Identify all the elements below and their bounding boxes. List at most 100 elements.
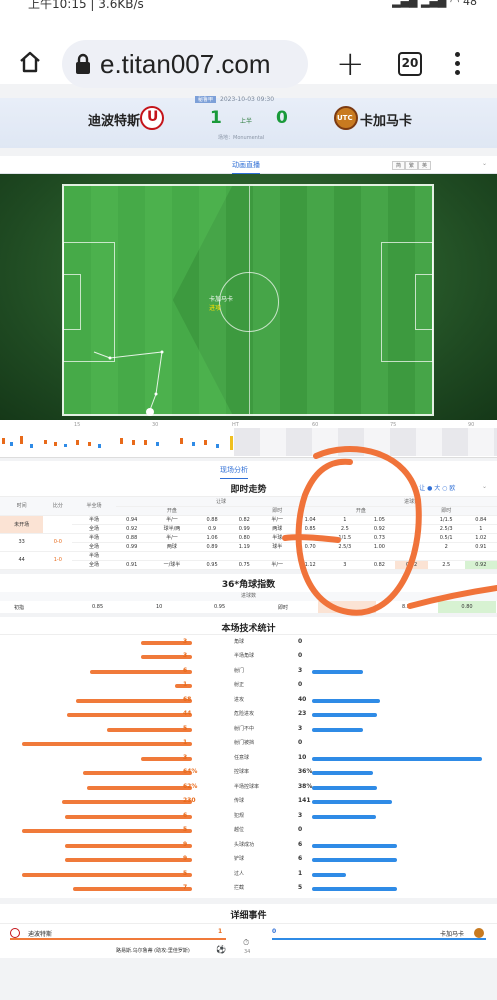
odds-cell [294, 551, 327, 561]
analysis-tabs: 现场分析 [0, 461, 497, 480]
odds-cell: 半场 [72, 551, 116, 561]
odds-time: 44 [0, 551, 44, 570]
away-team-name[interactable]: 卡加马卡 [360, 110, 412, 129]
stat-name: 射门 [234, 667, 245, 674]
odds-cell: 1/1.5 [326, 533, 364, 543]
odds-cell [326, 551, 364, 561]
odds-cell: 0.82 [363, 560, 396, 570]
away-score: 0 [276, 108, 288, 128]
away-stat-value: 38% [298, 782, 313, 790]
odds-cell: 0.88 [196, 515, 229, 525]
option-european[interactable]: 欧 [449, 485, 455, 492]
away-stat-value: 5 [298, 884, 303, 891]
away-stat-value: 0 [298, 637, 303, 645]
away-stat-bar [312, 887, 397, 891]
stat-row: 230 传球 141 [0, 796, 497, 811]
match-timeline: 15 30 HT 60 75 90 [0, 420, 497, 458]
home-stat-bar [64, 843, 192, 848]
home-stat-value: 9 [183, 855, 188, 862]
home-team-bar [10, 937, 226, 940]
odds-cell: 全场 [72, 560, 116, 570]
odds-cell: 两球 [260, 524, 295, 534]
corner-label-initial: 初指 [14, 604, 25, 611]
odds-cell: 1.02 [464, 533, 497, 543]
odds-cell: 0.92 [464, 560, 497, 570]
tab-count-button[interactable]: 20 [398, 52, 422, 76]
away-stat-bar [312, 800, 392, 804]
stat-row: 62% 半场控球率 38% [0, 782, 497, 797]
odds-cell: 0.99 [115, 542, 148, 552]
odds-cell: 0.94 [115, 515, 148, 525]
odds-table: 时间 比分 半全场 让球 进球数 开盘 即时 开盘 即时 未开场 半场 0.94 半/… [0, 497, 497, 570]
odds-cell [395, 551, 428, 561]
odds-cell [196, 551, 229, 561]
stat-row: 44 危险进攻 23 [0, 709, 497, 724]
home-stat-bar [22, 829, 192, 833]
home-stat-bar [64, 814, 192, 819]
odds-score: 1-0 [43, 551, 73, 570]
home-team-name[interactable]: 迪波特斯 [88, 110, 140, 129]
chevron-down-icon[interactable]: ⌄ [482, 483, 487, 490]
home-stat-value: 1 [183, 681, 188, 688]
home-score: 1 [210, 108, 222, 128]
home-icon[interactable] [18, 50, 42, 74]
away-stat-bar [312, 814, 376, 819]
col-open: 开盘 [326, 506, 396, 516]
home-stat-value: 5 [183, 869, 188, 877]
odds-row: 全场 0.99 两球 0.89 1.19 球半 0.70 2.5/3 1.00 2 0.91 [0, 542, 497, 552]
address-bar[interactable]: e.titan007.com [62, 40, 308, 88]
toggle-english[interactable]: 英 [418, 161, 432, 170]
odds-cell: 0.80 [228, 533, 261, 543]
toggle-traditional[interactable]: 繁 [405, 161, 419, 170]
stat-name: 角球 [234, 638, 245, 645]
details-title: 详细事件 [230, 910, 267, 921]
col-live: 即时 [395, 506, 497, 516]
odds-cell: 球半 [260, 542, 295, 552]
odds-cell: 0.92 [115, 524, 148, 534]
odds-row: 33 0-0 半场 0.88 半/一 1.06 0.80 半球 1.04 1/1.5 0.73 0.5… [0, 533, 497, 552]
odds-cell: 0.84 [464, 515, 497, 525]
odds-cell [147, 551, 196, 561]
odds-cell: 0.75 [228, 560, 261, 570]
odds-score [43, 515, 73, 534]
stat-row: 3 任意球 10 [0, 753, 497, 768]
status-bar: 上午10:15 | 3.6KB/s ▂▄▆ ▂▄▆ ◠ 48 [0, 0, 497, 14]
stat-name: 射门不中 [234, 725, 255, 732]
ball-path [93, 350, 164, 416]
stat-name: 射正 [234, 682, 245, 688]
odds-row: 44 1-0 半场 [0, 551, 497, 570]
corner-value: 8.5 [402, 603, 410, 610]
odds-cell [395, 533, 428, 543]
stat-name: 射门被挡 [234, 740, 255, 746]
stat-name: 过人 [234, 870, 245, 877]
odds-cell: 半场 [72, 515, 116, 525]
details-away-team: 卡加马卡 [440, 930, 465, 938]
away-stat-value: 0 [298, 681, 303, 688]
toggle-simplified[interactable]: 简 [392, 161, 406, 170]
browser-toolbar: e.titan007.com + 20 [0, 14, 497, 88]
tab-live-animation[interactable]: 动画直播 [232, 160, 260, 175]
menu-icon[interactable] [455, 52, 461, 79]
stat-name: 半场控球率 [234, 783, 260, 790]
option-handicap[interactable]: 让 [419, 485, 425, 492]
home-stat-value: 6 [183, 666, 188, 674]
new-tab-icon[interactable]: + [336, 44, 365, 84]
tab-analysis[interactable]: 现场分析 [220, 465, 248, 480]
odds-cell [395, 524, 428, 534]
home-stat-bar [22, 872, 192, 877]
odds-cell [464, 551, 497, 561]
col-goals: 进球数 [326, 497, 497, 507]
odds-cell [395, 515, 428, 525]
stat-row: 68 进攻 40 [0, 695, 497, 710]
stat-row: 9 铲球 6 [0, 854, 497, 869]
odds-cell: 球半/两 [147, 524, 196, 534]
home-team-logo [10, 927, 20, 938]
home-stat-value: 64% [183, 768, 198, 775]
stat-row: 1 射正 0 [0, 680, 497, 695]
status-time: 上午10:15 | 3.6KB/s [28, 0, 144, 11]
pitch-event-text: 进攻 [209, 305, 222, 312]
home-stat-value: 230 [183, 797, 196, 804]
home-stat-bar [90, 669, 192, 674]
chevron-down-icon[interactable]: ⌄ [482, 160, 487, 167]
option-overunder[interactable]: 大 [434, 485, 440, 492]
